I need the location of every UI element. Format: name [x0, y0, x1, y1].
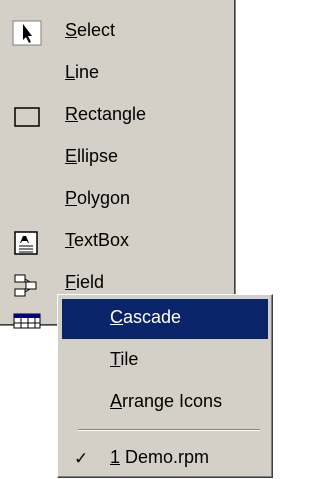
table-icon: [12, 312, 42, 338]
menu-item-label: 1 Demo.rpm: [110, 447, 210, 467]
menu-item-label: Tile: [110, 349, 139, 369]
toolbox-item-label: Field: [65, 272, 105, 292]
menu-item-window-demo[interactable]: ✓ 1 Demo.rpm: [62, 439, 268, 479]
toolbox-item-label: TextBox: [65, 230, 130, 250]
menu-item-label: Arrange Icons: [110, 391, 223, 411]
toolbox-item-select[interactable]: Select: [0, 12, 230, 52]
menu-separator: [78, 429, 260, 431]
checkmark-icon: ✓: [74, 449, 89, 468]
toolbox-item-textbox[interactable]: TextBox: [0, 222, 230, 262]
toolbox-item-label: Ellipse: [65, 146, 119, 166]
textbox-icon: [12, 230, 42, 256]
window-menu: Cascade Tile Arrange Icons ✓ 1 Demo.rpm: [57, 294, 273, 478]
toolbox-item-label: Rectangle: [65, 104, 147, 124]
toolbox-item-rectangle[interactable]: Rectangle: [0, 96, 230, 136]
toolbox-item-label: Select: [65, 20, 116, 40]
menu-item-label: Cascade: [110, 307, 182, 327]
rectangle-icon: [12, 104, 42, 130]
toolbox-item-line[interactable]: Line: [0, 54, 230, 94]
toolbox-item-label: Polygon: [65, 188, 131, 208]
menu-item-tile[interactable]: Tile: [62, 341, 268, 381]
field-icon: [12, 272, 42, 298]
toolbox-menu: Select Line Rectangle Ellipse Polygon Te…: [0, 0, 236, 329]
arrow-pointer-icon: [12, 20, 42, 46]
menu-item-arrange-icons[interactable]: Arrange Icons: [62, 383, 268, 423]
toolbox-item-polygon[interactable]: Polygon: [0, 180, 230, 220]
toolbox-item-ellipse[interactable]: Ellipse: [0, 138, 230, 178]
menu-item-cascade[interactable]: Cascade: [62, 299, 268, 339]
toolbox-item-label: Line: [65, 62, 100, 82]
